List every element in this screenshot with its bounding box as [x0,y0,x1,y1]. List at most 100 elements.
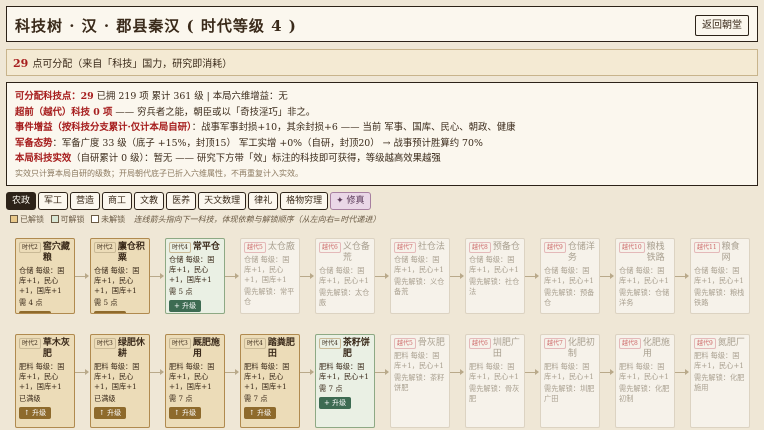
dependency-arrow [450,369,464,375]
tech-card[interactable]: 越代7 化肥初制 肥料 每级：国库+1，民心+1 需先解锁：圳肥广田 [540,334,600,428]
tech-effect: 肥料 每级：国库+1，民心+1 [544,362,594,381]
tab-construction[interactable]: 营造 [70,192,101,210]
legend-unlocked-label: 已解锁 [20,215,44,224]
tech-effect: 肥料 每级：国库+1，民心+1，国库+1 [94,362,140,391]
tech-cost: 需先解锁：圳肥广田 [544,384,595,403]
tech-card[interactable]: 越代5 骨灰肥 肥料 每级：国库+1，民心+1 需先解锁：茶籽饼肥 [390,334,450,428]
tech-cost: 需先解锁：常平仓 [244,287,295,306]
tech-card[interactable]: 时代2 草木灰肥 肥料 每级：国库+1，民心+1，国库+1 已满级 ↑ 升级 [15,334,75,428]
upgrade-button[interactable]: ↑ 升级 [19,311,52,313]
dependency-arrow [225,369,239,375]
tech-era-badge: 越代9 [694,338,716,349]
tech-era-badge: 越代5 [244,242,266,253]
tech-effect: 仓储 每级：国库+1，民心+1 [394,255,444,274]
upgrade-button[interactable]: + 升级 [169,300,202,312]
tech-card[interactable]: 时代4 常平仓 仓储 每级：国库+1，民心+1，国库+1 需 5 点 + 升级 [165,238,225,314]
tab-medicine[interactable]: 医养 [166,192,197,210]
tech-effect: 仓储 每级：国库+1，民心+1，国库+1 [169,255,215,284]
tech-card-header: 时代4 常平仓 [169,242,221,253]
upgrade-button[interactable]: ↑ 升级 [94,311,127,313]
tech-card[interactable]: 时代2窖穴藏粮仓储 每级：国库+1，民心+1，国库+1 需 4 点 ↑ 升级 [15,238,75,314]
tech-card-header: 时代2 窖穴藏粮 [19,242,71,264]
dependency-arrow [375,273,389,279]
tech-card-header: 越代10 粮栈铁路 [619,242,671,264]
tech-era-badge: 越代5 [394,338,416,349]
tab-commerce[interactable]: 商工 [102,192,133,210]
tech-card-header: 越代9 仓储洋务 [544,242,596,264]
tech-card-header: 时代3 绿肥休耕 [94,338,146,360]
legend-locked-swatch [91,215,100,223]
stats-line-points: 可分配科技点：29 已拥 219 项 累计 361 级 | 本局六维增益：无 [15,89,749,105]
dependency-arrow [75,273,89,279]
tech-card[interactable]: 时代3 绿肥休耕 肥料 每级：国库+1，民心+1，国库+1 已满级 ↑ 升级 [90,334,150,428]
tech-era-badge: 越代9 [544,242,566,253]
tech-effect: 肥料 每级：国库+1，民心+1 [694,351,744,370]
upgrade-button[interactable]: ↑ 升级 [244,407,277,419]
tech-effect: 肥料 每级：国库+1，民心+1 [619,362,669,381]
tech-card[interactable]: 越代7 社仓法 仓储 每级：国库+1，民心+1 需先解锁：义仓备荒 [390,238,450,314]
tech-card-header: 越代5 太仓廒 [244,242,296,253]
tab-military[interactable]: 军工 [38,192,69,210]
tech-cost: 需 4 点 [19,298,43,307]
tech-card[interactable]: 越代8 化肥施用 肥料 每级：国库+1，民心+1 需先解锁：化肥初制 [615,334,675,428]
tech-cost: 需先解锁：太仓廒 [319,288,370,307]
tech-name: 仓储洋务 [567,242,595,263]
tech-cost: 已满级 [94,394,116,403]
tech-effect: 仓储 每级：国库+1，民心+1 [619,266,669,285]
tech-name: 常平仓 [192,242,220,252]
tab-agriculture[interactable]: 农政 [6,192,37,210]
tech-card[interactable]: 时代4 茶籽饼肥 肥料 每级：国库+1，民心+1 需 7 点 + 升级 [315,334,375,428]
tech-cost: 需 7 点 [169,394,193,403]
tech-card-header: 时代3 厩肥施用 [169,338,221,360]
upgrade-button[interactable]: ↑ 升级 [169,407,202,419]
tech-card[interactable]: 越代6 义仓备荒 仓储 每级：国库+1，民心+1 需先解锁：太仓廒 [315,238,375,314]
tech-card[interactable]: 越代6 圳肥广田 肥料 每级：国库+1，民心+1 需先解锁：骨灰肥 [465,334,525,428]
tech-card-header: 时代4 茶籽饼肥 [319,338,371,360]
legend-locked-label: 未解锁 [101,215,126,224]
tech-effect: 肥料 每级：国库+1，民心+1，国库+1 [244,362,290,391]
stats-effect-rest: （自研累计 0 级）：暂无 —— 研究下方带「效」标注的科技即可获得，等级越高效… [71,153,441,164]
tech-effect: 肥料 每级：国库+1，民心+1 [394,351,444,370]
tab-education[interactable]: 文教 [134,192,165,210]
upgrade-button[interactable]: ↑ 升级 [94,407,127,419]
back-to-court-button[interactable]: 返回朝堂 [695,15,749,36]
dependency-arrow [150,369,164,375]
dependency-arrow [300,369,314,375]
tech-effect: 肥料 每级：国库+1，民心+1，国库+1 [19,362,65,391]
tech-card-header: 越代7 化肥初制 [544,338,596,360]
stats-points-rest: 已拥 219 项 累计 361 级 | 本局六维增益：无 [93,91,288,102]
upgrade-button[interactable]: + 升级 [319,397,352,409]
tech-cost: 需先解锁：骨灰肥 [469,384,520,403]
tech-card[interactable]: 越代8 预备仓 仓储 每级：国库+1，民心+1 需先解锁：社仓法 [465,238,525,314]
legend-available-swatch [50,215,59,223]
dependency-arrow [675,369,689,375]
tech-era-badge: 时代2 [94,242,116,253]
tab-cultivation[interactable]: ✦ 修真 [330,192,371,210]
tech-name: 化肥初制 [567,338,595,359]
tab-law[interactable]: 律礼 [248,192,279,210]
tech-card[interactable]: 越代9 仓储洋务 仓储 每级：国库+1，民心+1 需先解锁：预备仓 [540,238,600,314]
upgrade-button[interactable]: ↑ 升级 [19,407,52,419]
tech-card[interactable]: 时代3 厩肥施用 肥料 每级：国库+1，民心+1，国库+1 需 7 点 ↑ 升级 [165,334,225,428]
tab-astronomy[interactable]: 天文数理 [198,192,247,210]
tech-cost: 需先解锁：预备仓 [544,288,595,307]
legend-available-label: 可解锁 [60,215,85,224]
stats-event-label: 事件增益（按科技分支累计·仅计本局自研） [15,122,192,133]
tech-name: 粮栈铁路 [646,242,665,263]
tech-name: 窖穴藏粮 [42,242,70,263]
tech-card[interactable]: 越代10 粮栈铁路 仓储 每级：国库+1，民心+1 需先解锁：仓储洋务 [615,238,675,314]
tab-physics[interactable]: 格物穷理 [280,192,329,210]
tech-era-badge: 越代6 [319,242,341,253]
stats-effect-label: 本局科技实效 [15,153,72,164]
tech-card[interactable]: 越代5 太仓廒 仓储 每级：国库+1，民心+1，国库+1 需先解锁：常平仓 [240,238,300,314]
tech-effect: 肥料 每级：国库+1，民心+1 [469,362,519,381]
tech-card[interactable]: 越代11 粮食网 仓储 每级：国库+1，民心+1 需先解锁：粮栈铁路 [690,238,750,314]
tech-cost: 需先解锁：义仓备荒 [394,277,445,296]
tech-era-badge: 时代2 [19,338,41,349]
tech-card[interactable]: 时代2廪仓积粟仓储 每级：国库+1，民心+1，国库+1 需 5 点 ↑ 升级 [90,238,150,314]
tech-name: 踏粪肥田 [267,338,295,359]
tech-card[interactable]: 时代4 踏粪肥田 肥料 每级：国库+1，民心+1，国库+1 需 7 点 ↑ 升级 [240,334,300,428]
tech-card-header: 越代6 圳肥广田 [469,338,521,360]
tech-card[interactable]: 越代9 氮肥厂 肥料 每级：国库+1，民心+1 需先解锁：化肥施用 [690,334,750,428]
stats-line-advanced: 超前（越代）科技 0 项 —— 穷兵者之能，朝臣或以「奇技淫巧」非之。 [15,105,749,121]
